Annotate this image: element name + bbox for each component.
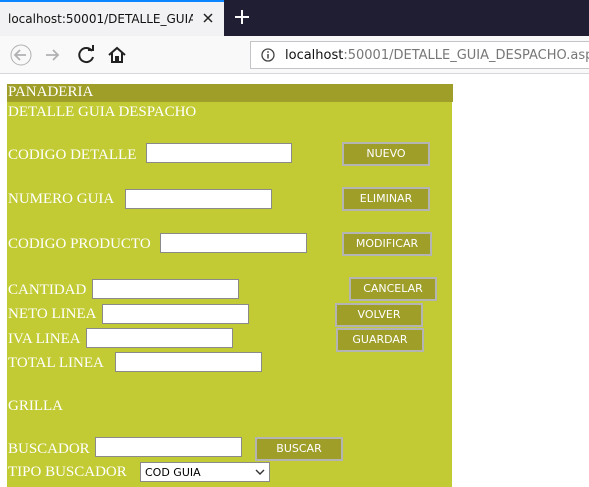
buscar-button[interactable]: BUSCAR <box>255 437 343 461</box>
modificar-button[interactable]: MODIFICAR <box>342 232 432 256</box>
url-path: :50001/DETALLE_GUIA_DESPACHO.aspx <box>343 48 589 63</box>
reload-icon[interactable] <box>76 44 98 66</box>
cantidad-label: CANTIDAD <box>8 282 87 298</box>
buscador-label: BUSCADOR <box>8 441 90 457</box>
iva-linea-label: IVA LINEA <box>8 331 81 347</box>
guardar-button[interactable]: GUARDAR <box>336 328 424 352</box>
back-icon[interactable] <box>10 44 32 66</box>
address-bar[interactable]: localhost:50001/DETALLE_GUIA_DESPACHO.as… <box>250 41 589 69</box>
new-tab-icon[interactable] <box>232 7 252 27</box>
cancelar-button[interactable]: CANCELAR <box>349 277 437 301</box>
numero-guia-input[interactable] <box>125 189 272 209</box>
chevron-down-icon <box>255 469 265 475</box>
grilla-label: GRILLA <box>8 398 63 414</box>
nuevo-button[interactable]: NUEVO <box>342 142 430 166</box>
total-linea-label: TOTAL LINEA <box>8 355 104 371</box>
info-icon[interactable] <box>261 48 275 62</box>
volver-button[interactable]: VOLVER <box>335 303 423 327</box>
total-linea-input[interactable] <box>115 352 262 372</box>
tab-title: localhost:50001/DETALLE_GUIA_DESPACHO.as… <box>8 12 193 26</box>
tipo-buscador-selected: COD GUIA <box>145 466 201 479</box>
browser-nav-bar: localhost:50001/DETALLE_GUIA_DESPACHO.as… <box>0 36 589 74</box>
page-title: DETALLE GUIA DESPACHO <box>8 104 197 120</box>
url-text: localhost:50001/DETALLE_GUIA_DESPACHO.as… <box>285 48 589 63</box>
numero-guia-label: NUMERO GUIA <box>8 191 115 207</box>
neto-linea-input[interactable] <box>102 304 249 324</box>
close-tab-icon[interactable] <box>200 10 216 26</box>
iva-linea-input[interactable] <box>86 328 233 348</box>
codigo-producto-input[interactable] <box>160 233 307 253</box>
browser-tab[interactable]: localhost:50001/DETALLE_GUIA_DESPACHO.as… <box>0 0 224 36</box>
codigo-detalle-label: CODIGO DETALLE <box>8 147 137 163</box>
forward-icon[interactable] <box>42 44 64 66</box>
tipo-buscador-label: TIPO BUSCADOR <box>8 464 127 480</box>
cantidad-input[interactable] <box>92 279 239 299</box>
brand-label: PANADERIA <box>8 84 94 100</box>
neto-linea-label: NETO LINEA <box>8 306 97 322</box>
eliminar-button[interactable]: ELIMINAR <box>342 187 430 211</box>
url-host: localhost <box>285 48 344 63</box>
codigo-detalle-input[interactable] <box>146 143 292 163</box>
home-icon[interactable] <box>106 44 128 66</box>
tipo-buscador-select[interactable]: COD GUIA <box>140 462 270 482</box>
browser-tab-strip: localhost:50001/DETALLE_GUIA_DESPACHO.as… <box>0 0 589 36</box>
codigo-producto-label: CODIGO PRODUCTO <box>8 236 151 252</box>
buscador-input[interactable] <box>95 437 242 457</box>
